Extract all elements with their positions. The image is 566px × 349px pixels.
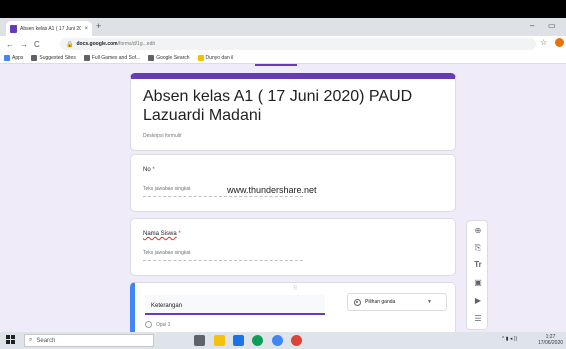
question-card-nama-siswa[interactable]: Nama Siswa * Teks jawaban singkat xyxy=(130,218,456,276)
form-page: Absen kelas A1 ( 17 Juni 2020) PAUD Lazu… xyxy=(0,64,566,332)
add-video-icon[interactable]: ▶ xyxy=(472,295,484,307)
bookmark-item[interactable]: Google Search xyxy=(148,54,190,61)
file-explorer-icon[interactable] xyxy=(214,335,225,346)
watermark-text: www.thundershare.net xyxy=(227,185,317,195)
option-row[interactable]: Opsi 1 xyxy=(145,321,170,328)
screen: Absen kelas A1 ( 17 Juni 2020) × + – ▭ ←… xyxy=(0,0,566,349)
add-question-icon[interactable]: ⊕ xyxy=(472,225,484,237)
clock-date: 17/06/2020 xyxy=(538,340,564,346)
forms-favicon-icon xyxy=(10,24,17,33)
bookmark-label: Dunyo dan il xyxy=(205,54,234,61)
bookmark-icon xyxy=(4,54,10,61)
floating-toolbar: ⊕ ⎘ Tr ▣ ▶ ☰ xyxy=(466,220,488,330)
url-text: docs.google.com/forms/d/1g...edit xyxy=(76,41,154,47)
task-view-icon[interactable] xyxy=(194,335,205,346)
bookmark-star-icon[interactable]: ☆ xyxy=(540,38,547,47)
import-question-icon[interactable]: ⎘ xyxy=(472,242,484,254)
taskbar-search-label: Search xyxy=(36,337,56,344)
bookmark-icon xyxy=(83,54,90,61)
address-bar: ← → C 🔒 docs.google.com/forms/d/1g...edi… xyxy=(0,36,566,52)
questions-tab-indicator xyxy=(255,64,297,66)
tab-title: Absen kelas A1 ( 17 Juni 2020) xyxy=(20,25,82,32)
reload-icon[interactable]: C xyxy=(34,40,40,49)
bookmark-item[interactable]: Full Games and Sof... xyxy=(83,54,141,61)
close-tab-icon[interactable]: × xyxy=(84,26,88,32)
add-image-icon[interactable]: ▣ xyxy=(472,277,484,289)
bookmark-item[interactable]: Dunyo dan il xyxy=(197,54,234,61)
active-question-card[interactable]: ⠿ Keterangan Pilihan ganda ▼ Opsi 1 xyxy=(130,282,456,332)
bookmark-item[interactable]: Apps xyxy=(4,54,24,61)
required-marker: * xyxy=(152,167,155,173)
clock[interactable]: 1:27 17/06/2020 xyxy=(538,334,563,346)
restore-button[interactable]: ▭ xyxy=(548,21,556,30)
bookmark-item[interactable]: Suggested Sites xyxy=(31,54,76,61)
url-input[interactable]: 🔒 docs.google.com/forms/d/1g...edit xyxy=(60,38,536,50)
chrome-app-icon[interactable] xyxy=(291,335,302,346)
question-card-no[interactable]: No * Teks jawaban singkat www.thundersha… xyxy=(130,154,456,212)
profile-avatar[interactable] xyxy=(555,38,564,47)
question-label: No * xyxy=(143,167,155,173)
bookmark-icon xyxy=(197,54,204,61)
store-icon[interactable] xyxy=(233,335,244,346)
form-title[interactable]: Absen kelas A1 ( 17 Juni 2020) PAUD Lazu… xyxy=(143,87,443,125)
windows-start-icon[interactable] xyxy=(6,335,15,344)
bookmark-label: Suggested Sites xyxy=(39,54,76,61)
question-type-dropdown[interactable]: Pilihan ganda ▼ xyxy=(347,293,447,311)
new-tab-button[interactable]: + xyxy=(96,21,101,31)
form-title-card[interactable]: Absen kelas A1 ( 17 Juni 2020) PAUD Lazu… xyxy=(130,73,456,151)
option-label: Opsi 1 xyxy=(156,321,171,328)
bookmark-label: Google Search xyxy=(156,54,190,61)
bookmark-label: Apps xyxy=(12,54,24,61)
top-bezel xyxy=(0,0,566,18)
add-title-icon[interactable]: Tr xyxy=(472,259,484,271)
form-description[interactable]: Deskripsi formulir xyxy=(143,133,182,139)
taskbar-search[interactable]: ⌕ Search xyxy=(24,334,154,347)
lock-icon: 🔒 xyxy=(66,41,74,48)
question-type-label: Pilihan ganda xyxy=(365,299,396,305)
question-label-text: No xyxy=(143,167,151,173)
url-path: /forms/d/1g...edit xyxy=(117,41,155,47)
chrome-icon[interactable] xyxy=(272,335,283,346)
minimize-button[interactable]: – xyxy=(530,21,534,30)
question-label: Nama Siswa * xyxy=(143,231,181,237)
bookmark-label: Full Games and Sof... xyxy=(91,54,141,61)
url-domain: docs.google.com xyxy=(76,41,118,47)
browser-tab[interactable]: Absen kelas A1 ( 17 Juni 2020) × xyxy=(6,21,92,36)
system-tray-icons[interactable]: ^ ▮ ◂ )) xyxy=(502,336,517,342)
bookmarks-bar: Apps Suggested Sites Full Games and Sof...… xyxy=(0,52,566,64)
bookmark-icon xyxy=(31,54,38,61)
taskbar: ⌕ Search ^ ▮ ◂ )) 1:27 17/06/2020 xyxy=(0,332,566,349)
drag-handle-icon[interactable]: ⠿ xyxy=(293,285,297,292)
edge-icon[interactable] xyxy=(252,335,263,346)
option-radio-icon xyxy=(145,321,152,328)
radio-type-icon xyxy=(354,298,361,306)
add-section-icon[interactable]: ☰ xyxy=(472,313,484,325)
question-title-input[interactable]: Keterangan xyxy=(145,295,325,315)
forward-icon[interactable]: → xyxy=(20,40,28,49)
chevron-down-icon: ▼ xyxy=(427,299,432,305)
required-marker: * xyxy=(178,231,181,237)
search-icon: ⌕ xyxy=(29,337,33,343)
short-answer-field: Teks jawaban singkat xyxy=(143,250,303,261)
question-label-text: Nama Siswa xyxy=(143,231,177,237)
tab-strip: Absen kelas A1 ( 17 Juni 2020) × + – ▭ xyxy=(0,18,566,36)
bookmark-icon xyxy=(148,54,155,61)
back-icon[interactable]: ← xyxy=(6,40,14,49)
